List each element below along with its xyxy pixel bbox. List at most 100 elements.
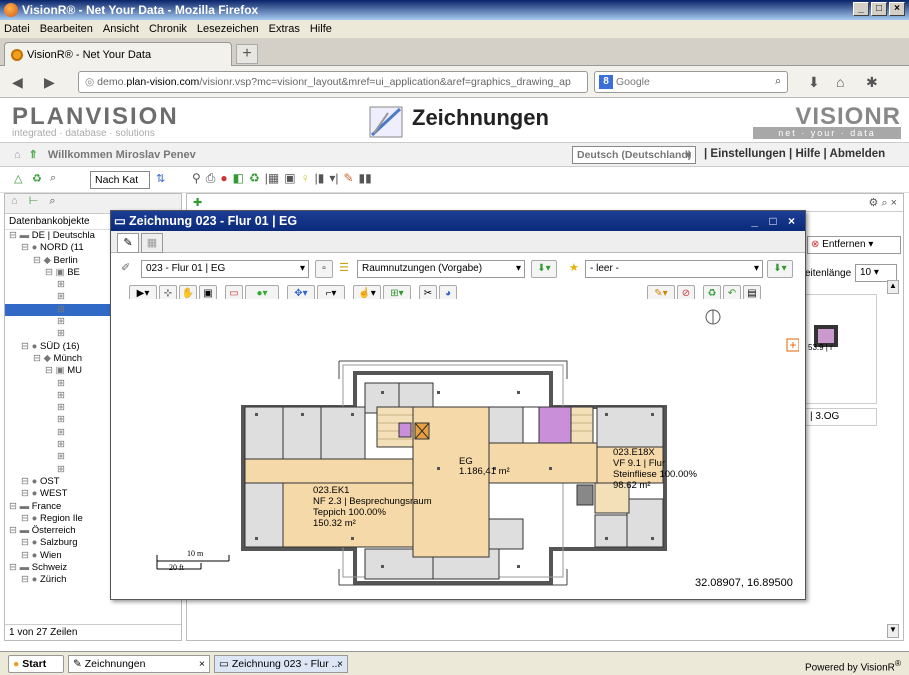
layer-icon[interactable]: |▦ <box>265 171 279 189</box>
browser-tab[interactable]: VisionR® - Net Your Data <box>4 42 232 66</box>
menu-extras[interactable]: Extras <box>269 23 300 35</box>
tab-table[interactable]: ▦ <box>141 233 163 253</box>
drawing-task-icon: ✎ <box>73 658 82 670</box>
sort-select[interactable]: Nach Kat ▾ <box>90 171 150 202</box>
menu-bearbeiten[interactable]: Bearbeiten <box>40 23 93 35</box>
top-links: | Einstellungen | Hilfe | Abmelden <box>704 148 886 160</box>
search-placeholder: Google <box>616 76 650 88</box>
tree-node-label: Salzburg <box>39 537 78 549</box>
image-icon[interactable]: ▣ <box>284 171 295 189</box>
dropdown-icon[interactable]: ▾| <box>329 171 338 189</box>
chevron-down-icon: ▾ <box>299 263 305 274</box>
task-drawing-dialog[interactable]: ▭ Zeichnung 023 - Flur ... × <box>214 655 348 673</box>
drawing-dialog: ▭ Zeichnung 023 - Flur 01 | EG _ □ × ✎ ▦… <box>110 210 806 600</box>
tree-node-icon: ⊟ ▬ <box>9 562 32 574</box>
menu-datei[interactable]: Datei <box>4 23 30 35</box>
label-room-e18x[interactable]: 023.E18X VF 9.1 | Flur Steinfliese 100.0… <box>613 447 697 491</box>
thumbnail-plan <box>814 325 838 347</box>
tree-node-icon: ⊟ ● <box>21 242 40 254</box>
dialog-titlebar[interactable]: ▭ Zeichnung 023 - Flur 01 | EG _ □ × <box>111 211 805 231</box>
home-icon[interactable]: ⌂ <box>836 74 844 90</box>
remove-button[interactable]: ⊗ Entfernen ▾ <box>807 236 901 254</box>
task-zeichnungen[interactable]: ✎ Zeichnungen × <box>68 655 210 673</box>
help-link[interactable]: Hilfe <box>795 148 820 160</box>
drawing-module-icon <box>369 106 403 138</box>
filter-select[interactable]: - leer - ▾ <box>585 260 763 278</box>
language-select[interactable]: Deutsch (Deutschland) ▾ <box>572 146 696 164</box>
paint-icon[interactable]: ✎ <box>343 171 353 189</box>
zoom-icon[interactable]: ⚲ <box>192 171 201 189</box>
start-button[interactable]: ● Start <box>8 655 64 673</box>
label-line: 98.62 m² <box>613 480 651 491</box>
home-tab-icon[interactable]: ⌂ <box>11 195 18 207</box>
label-eg[interactable]: EG 1.186,41 m² <box>459 457 510 477</box>
search-tab-icon[interactable]: ⌕ <box>49 195 55 207</box>
url-bar[interactable]: ◎ demo. plan-vision.com/visionr.vsp?mc=vi… <box>78 71 588 93</box>
search-bar[interactable]: 8 Google ⌕ <box>594 71 788 93</box>
menu-chronik[interactable]: Chronik <box>149 23 187 35</box>
open-drawing-button[interactable]: ▫ <box>315 260 333 278</box>
settings-link[interactable]: Einstellungen <box>710 148 785 160</box>
label-line: 150.32 m² <box>313 518 356 529</box>
addons-icon[interactable]: ✱ <box>866 74 878 91</box>
drawing-value: 023 - Flur 01 | EG <box>146 263 226 274</box>
layer-select[interactable]: Raumnutzungen (Vorgabe) ▾ <box>357 260 525 278</box>
close-icon[interactable]: × <box>199 656 205 672</box>
minimize-button[interactable]: _ <box>853 2 869 16</box>
menu-ansicht[interactable]: Ansicht <box>103 23 139 35</box>
filter-value: - leer - <box>590 263 619 274</box>
bar-chart-icon[interactable]: ▮▮ <box>359 171 372 189</box>
refresh-icon[interactable]: ♻ <box>32 172 42 185</box>
tree-node-label: OST <box>39 475 60 487</box>
menu-lesezeichen[interactable]: Lesezeichen <box>197 23 259 35</box>
close-button[interactable]: × <box>889 2 905 16</box>
search-icon[interactable]: ⌕ <box>775 75 781 88</box>
scroll-down-icon[interactable]: ▼ <box>887 624 899 638</box>
right-tools-icon[interactable]: ⚙ ⌕ × <box>868 196 897 210</box>
tree-tab-icon[interactable]: ⊢ <box>29 195 39 207</box>
drawing-toolbar: ⚲ ⎙ ● ◧ ♻ |▦ ▣ ♀ |▮ ▾| ✎ ▮▮ <box>192 171 492 189</box>
up-arrow-icon[interactable]: ⇑ <box>29 148 38 161</box>
back-icon[interactable]: ◀ <box>12 74 23 91</box>
tree-sort-icon[interactable]: ⇅ <box>156 172 165 185</box>
drawing-canvas[interactable]: + 10 m 20 ft EG 1.186,41 m² 023.EK1 NF 2… <box>117 299 800 595</box>
module-title: Zeichnungen <box>412 105 549 130</box>
home-nav-icon[interactable]: ⌂ <box>14 149 21 161</box>
forward-icon[interactable]: ▶ <box>44 74 55 91</box>
maximize-button[interactable]: □ <box>871 2 887 16</box>
tree-node-icon: ⊞ <box>57 291 65 303</box>
globe-icon: ◎ <box>85 76 95 88</box>
layer-download-button[interactable]: ⬇▾ <box>531 260 557 278</box>
export-icon[interactable]: ◧ <box>233 171 244 189</box>
print-icon[interactable]: ⎙ <box>206 171 216 189</box>
menu-hilfe[interactable]: Hilfe <box>310 23 332 35</box>
drawing-select[interactable]: 023 - Flur 01 | EG ▾ <box>141 260 309 278</box>
chart-icon[interactable]: △ <box>14 172 22 185</box>
page-length-value: 10 <box>860 267 872 278</box>
search-tree-icon[interactable]: ⌕ <box>50 172 56 185</box>
tab-drawing[interactable]: ✎ <box>117 233 139 253</box>
add-icon[interactable]: ✚ <box>193 196 202 209</box>
download-icon[interactable]: ⬇ <box>808 74 820 91</box>
filter-download-button[interactable]: ⬇▾ <box>767 260 793 278</box>
tree-node-icon: ⊟ ▬ <box>9 500 32 512</box>
scroll-up-icon[interactable]: ▲ <box>887 280 899 294</box>
compass-icon <box>705 309 721 325</box>
tree-node-label: BE <box>67 266 80 278</box>
new-tab-button[interactable]: + <box>236 44 258 64</box>
drawing-thumbnail[interactable]: 53.9 | r <box>805 294 877 404</box>
tree-node-label: Zürich <box>39 574 67 586</box>
pie-icon[interactable]: ● <box>220 171 227 189</box>
logout-link[interactable]: Abmelden <box>830 148 886 160</box>
cycle-icon[interactable]: ♻ <box>249 171 260 189</box>
chart-bars-icon[interactable]: |▮ <box>315 171 325 189</box>
dialog-window-buttons[interactable]: _ □ × <box>751 211 799 231</box>
planvision-logo: PLANVISION <box>12 103 179 130</box>
bulb-icon[interactable]: ♀ <box>301 171 310 189</box>
label-room-ek1[interactable]: 023.EK1 NF 2.3 | Besprechungsraum Teppic… <box>313 485 432 529</box>
tree-node-icon: ⊟ ▣ <box>45 365 68 377</box>
start-label: Start <box>22 658 47 670</box>
tree-node-label: Region Ile <box>39 512 83 524</box>
close-icon[interactable]: × <box>337 656 343 672</box>
label-line: 1.186,41 m² <box>459 466 510 477</box>
